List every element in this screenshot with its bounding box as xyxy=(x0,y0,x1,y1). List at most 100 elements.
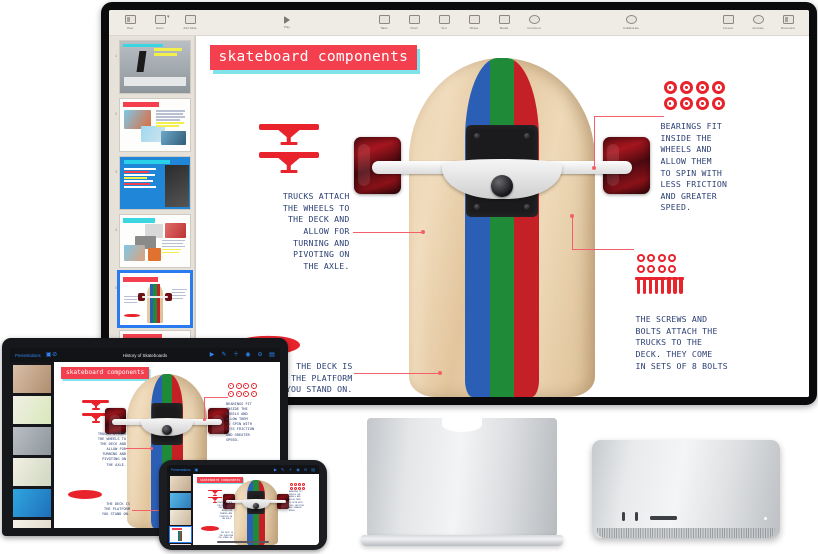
lp-leader-trucks xyxy=(126,448,152,449)
iphone-presentations-back[interactable]: Presentations xyxy=(171,468,191,472)
toolbar-center-group: Play xyxy=(272,11,302,35)
nut-icon xyxy=(668,254,676,262)
pen-icon[interactable]: ✎ xyxy=(281,467,284,472)
toolbar-view-label: View xyxy=(126,25,134,30)
iphone-toolbar-icons: ▶ ✎ ＋ ◉ ⊖ ▤ xyxy=(274,467,315,472)
play-icon[interactable]: ▶ xyxy=(274,467,277,472)
add-icon[interactable]: ＋ xyxy=(288,467,292,472)
stand-notch xyxy=(442,417,482,432)
stand-neck xyxy=(367,417,557,536)
toolbar-animate-button[interactable]: Animate xyxy=(743,11,773,35)
collaborate-icon[interactable]: ◉ xyxy=(296,467,300,472)
thumb-band xyxy=(123,160,170,165)
nut-icon xyxy=(668,264,676,273)
slide-thumbnail-row[interactable]: 1 xyxy=(112,40,191,94)
lp-slide-thumbnail-2[interactable] xyxy=(13,396,51,424)
lp-slide-thumbnail-1[interactable] xyxy=(13,365,51,393)
iphone-slide-canvas[interactable]: skateboard components TRUCKS ATTACH THE … xyxy=(193,474,319,545)
slide-thumbnail-row[interactable]: 5 xyxy=(112,270,193,328)
iphone-view-icon[interactable]: ▣ xyxy=(195,467,199,472)
callout-trucks[interactable]: TRUCKS ATTACH THE WHEELS TO THE DECK AND… xyxy=(214,191,350,272)
ph-slide-thumbnail-1[interactable] xyxy=(169,476,191,491)
ph-slide-content[interactable]: skateboard components TRUCKS ATTACH THE … xyxy=(193,474,319,545)
more-icon[interactable]: ▤ xyxy=(269,352,275,358)
help-icon[interactable]: ⊖ xyxy=(257,352,263,358)
thumb-stripes xyxy=(150,284,160,323)
bearings-graphic xyxy=(663,81,726,110)
ph-slide-thumbnail-3[interactable] xyxy=(169,510,191,525)
toolbar-view-button[interactable]: View xyxy=(115,11,145,35)
ph-slide-thumbnail-5[interactable] xyxy=(169,544,191,545)
play-icon xyxy=(284,15,290,24)
sd-card-slot-icon xyxy=(650,516,677,520)
toolbar-comment-button[interactable]: Comment xyxy=(519,11,549,35)
slide-thumbnail-row[interactable]: 4 xyxy=(112,214,191,268)
slide-thumbnail-row[interactable]: 2 xyxy=(112,98,191,152)
lp-slide-thumbnail-6[interactable] xyxy=(13,520,51,528)
zoom-percent-icon xyxy=(154,14,170,25)
ph-slide-thumbnail-2[interactable] xyxy=(169,493,191,508)
lp-slide-thumbnail-3[interactable] xyxy=(13,427,51,455)
usb-c-port-icon xyxy=(622,512,625,521)
nut-row xyxy=(636,264,723,273)
lp-leader-bearings xyxy=(204,397,228,398)
toolbar-text-button[interactable]: Text xyxy=(429,11,459,35)
callout-screws[interactable]: THE SCREWS AND BOLTS ATTACH THE TRUCKS T… xyxy=(636,314,801,372)
pen-icon[interactable]: ✎ xyxy=(221,352,227,358)
lp-leader-dot xyxy=(150,447,153,450)
toolbar-play-button[interactable]: Play xyxy=(272,11,302,35)
thumb-photo xyxy=(160,131,186,145)
bearing-ring-icon xyxy=(712,81,726,94)
toolbar-media-button[interactable]: Media xyxy=(489,11,519,35)
toolbar-collaborate-label: Collaborate xyxy=(623,25,639,30)
leader-dot-bearings xyxy=(591,166,596,170)
nut-icon xyxy=(636,254,645,262)
slide-number: 3 xyxy=(115,170,117,174)
thumb-band xyxy=(122,43,164,48)
toolbar-document-button[interactable]: Document xyxy=(773,11,803,35)
truck-assembly xyxy=(352,123,652,219)
slide-thumbnail-3[interactable] xyxy=(119,156,191,210)
toolbar-add-slide-button[interactable]: Add Slide xyxy=(175,11,205,35)
thumb-figure xyxy=(164,165,189,207)
toolbar-chart-button[interactable]: Chart xyxy=(399,11,429,35)
ph-bearings-graphic xyxy=(290,483,305,490)
play-icon[interactable]: ▶ xyxy=(209,352,215,358)
ph-slide-thumbnail-4-selected[interactable] xyxy=(168,526,192,543)
toolbar-shape-button[interactable]: Shape xyxy=(459,11,489,35)
mac-studio-vent xyxy=(597,528,775,538)
macbook-slide-navigator[interactable] xyxy=(10,362,54,528)
callout-bearings[interactable]: BEARINGS FIT INSIDE THE WHEELS AND ALLOW… xyxy=(661,121,796,214)
toolbar-chart-label: Chart xyxy=(410,25,418,30)
leader-line-screws-rise xyxy=(571,216,573,250)
iphone-body: Presentations ▣ ▶ ✎ ＋ ◉ ⊖ ▤ skateboard c… xyxy=(159,460,327,550)
nut-icon xyxy=(636,264,645,273)
leader-line-deck xyxy=(353,373,440,374)
slide-thumbnail-row[interactable]: 3 xyxy=(112,156,191,210)
skateboard-photo[interactable] xyxy=(409,58,595,397)
lp-slide-thumbnail-4[interactable] xyxy=(13,458,51,486)
display-stand xyxy=(361,417,563,546)
slide-thumbnail-5-selected[interactable] xyxy=(117,270,193,328)
thumb-text xyxy=(124,295,138,305)
add-icon[interactable]: ＋ xyxy=(233,352,239,358)
toolbar-table-button[interactable]: Table xyxy=(369,11,399,35)
toolbar-left-group: View Zoom Add Slide xyxy=(109,11,205,35)
slide-number: 1 xyxy=(115,54,117,58)
slide-thumbnail-4[interactable] xyxy=(119,214,191,268)
slide-title[interactable]: skateboard components xyxy=(209,45,418,70)
slide-number: 5 xyxy=(115,286,117,290)
slide-thumbnail-2[interactable] xyxy=(119,98,191,152)
thumb-text xyxy=(162,239,187,255)
help-icon[interactable]: ⊖ xyxy=(304,467,307,472)
slide-thumbnail-1[interactable] xyxy=(119,40,191,94)
toolbar-zoom-button[interactable]: Zoom xyxy=(145,11,175,35)
collaborate-icon[interactable]: ◉ xyxy=(245,352,251,358)
toolbar-table-label: Table xyxy=(380,25,388,30)
lp-slide-thumbnail-5[interactable] xyxy=(13,489,51,517)
toolbar-format-label: Format xyxy=(723,25,733,30)
iphone-slide-navigator[interactable] xyxy=(167,474,193,545)
toolbar-collaborate-button[interactable]: Collaborate xyxy=(616,11,646,35)
more-icon[interactable]: ▤ xyxy=(311,467,315,472)
toolbar-format-button[interactable]: Format xyxy=(713,11,743,35)
